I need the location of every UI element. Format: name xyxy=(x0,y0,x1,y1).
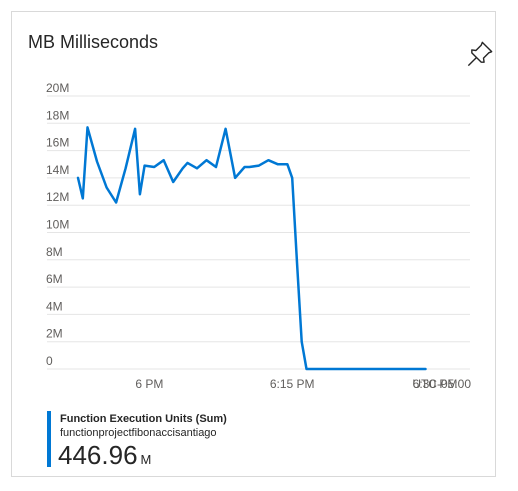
legend-color-swatch xyxy=(47,411,51,467)
legend-value-unit: M xyxy=(140,452,152,467)
series-line xyxy=(76,126,427,371)
y-tick-label: 14M xyxy=(46,163,69,177)
y-tick-label: 20M xyxy=(46,81,69,95)
x-tick-label: 6:15 PM xyxy=(270,377,315,391)
legend-series-name[interactable]: Function Execution Units (Sum) xyxy=(60,413,227,425)
y-tick-label: 18M xyxy=(46,108,69,122)
metric-chart-card: MB Milliseconds 0 2M 4M 6M 8M 10M 12M 14M 16M 18M… xyxy=(11,11,496,477)
y-tick-label: 10M xyxy=(46,218,69,232)
y-tick-label: 0 xyxy=(46,354,53,368)
y-tick-label: 6M xyxy=(46,272,63,286)
legend-value-number: 446.96 xyxy=(58,440,138,470)
y-tick-label: 2M xyxy=(46,327,63,341)
timezone-label: UTC-05:00 xyxy=(412,377,471,391)
line-chart: 02M4M6M8M10M12M14M16M18M20M6 PM 6:15 PM 6:… xyxy=(46,81,471,391)
y-tick-label: 4M xyxy=(46,299,63,313)
y-tick-label: 16M xyxy=(46,136,69,150)
y-tick-label: 12M xyxy=(46,190,69,204)
x-tick-label: 6 PM xyxy=(135,377,163,391)
legend-total-value: 446.96 M xyxy=(58,440,151,471)
y-tick-label: 8M xyxy=(46,245,63,259)
legend-resource-name: functionprojectfibonaccisantiago xyxy=(60,427,217,439)
